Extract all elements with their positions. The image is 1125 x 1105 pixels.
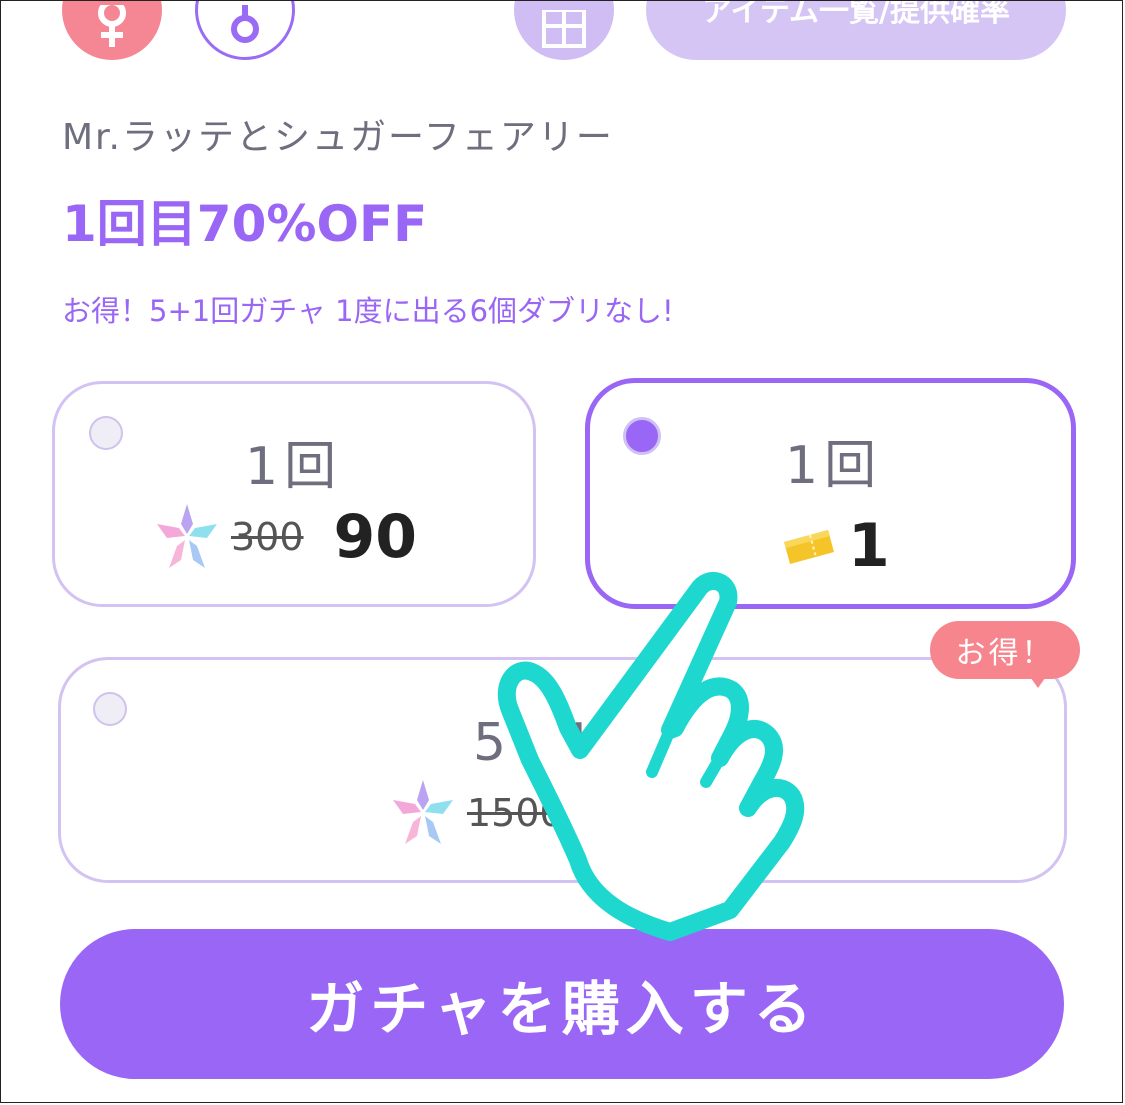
price-row: 300 90: [155, 502, 417, 572]
option-count: 1回: [785, 436, 883, 496]
option-count: 5+1回: [473, 713, 659, 773]
female-filter-button[interactable]: [62, 0, 162, 60]
gacha-subtitle: お得！5+1回ガチャ 1度に出る6個ダブリなし!: [62, 294, 674, 328]
gift-icon: [542, 10, 586, 48]
deal-badge-tail: [1028, 674, 1048, 688]
ticket-count: 1: [848, 511, 890, 581]
item-list-label: アイテム一覧/提供確率: [702, 0, 1010, 29]
female-symbol-icon: [98, 5, 126, 47]
ticket-icon: [784, 530, 834, 564]
gift-button[interactable]: [514, 0, 614, 60]
star-crystal-icon: [393, 780, 453, 844]
buy-gacha-button[interactable]: ガチャを購入する: [60, 929, 1064, 1079]
option-six-crystal[interactable]: 5+1回 1500: [58, 657, 1067, 883]
option-single-crystal[interactable]: 1回 300 90: [52, 381, 536, 607]
price-row: 1500: [391, 778, 594, 848]
discounted-price: 90: [333, 502, 418, 572]
option-count: 1回: [245, 437, 343, 497]
radio-button[interactable]: [623, 417, 661, 455]
original-price: 1500: [467, 791, 564, 835]
option-single-ticket[interactable]: 1回 1: [585, 378, 1076, 609]
price-row: 1: [780, 511, 890, 581]
radio-button[interactable]: [93, 692, 127, 726]
deal-badge: お得！: [930, 621, 1080, 679]
item-list-button[interactable]: アイテム一覧/提供確率: [646, 0, 1066, 60]
male-filter-button[interactable]: [195, 0, 295, 60]
original-price: 300: [231, 515, 304, 559]
radio-button[interactable]: [89, 416, 123, 450]
gacha-title: Mr.ラッテとシュガーフェアリー: [62, 117, 614, 158]
discount-label: 1回目70%OFF: [62, 195, 428, 253]
star-crystal-icon: [157, 504, 217, 568]
male-symbol-icon: [231, 5, 259, 43]
